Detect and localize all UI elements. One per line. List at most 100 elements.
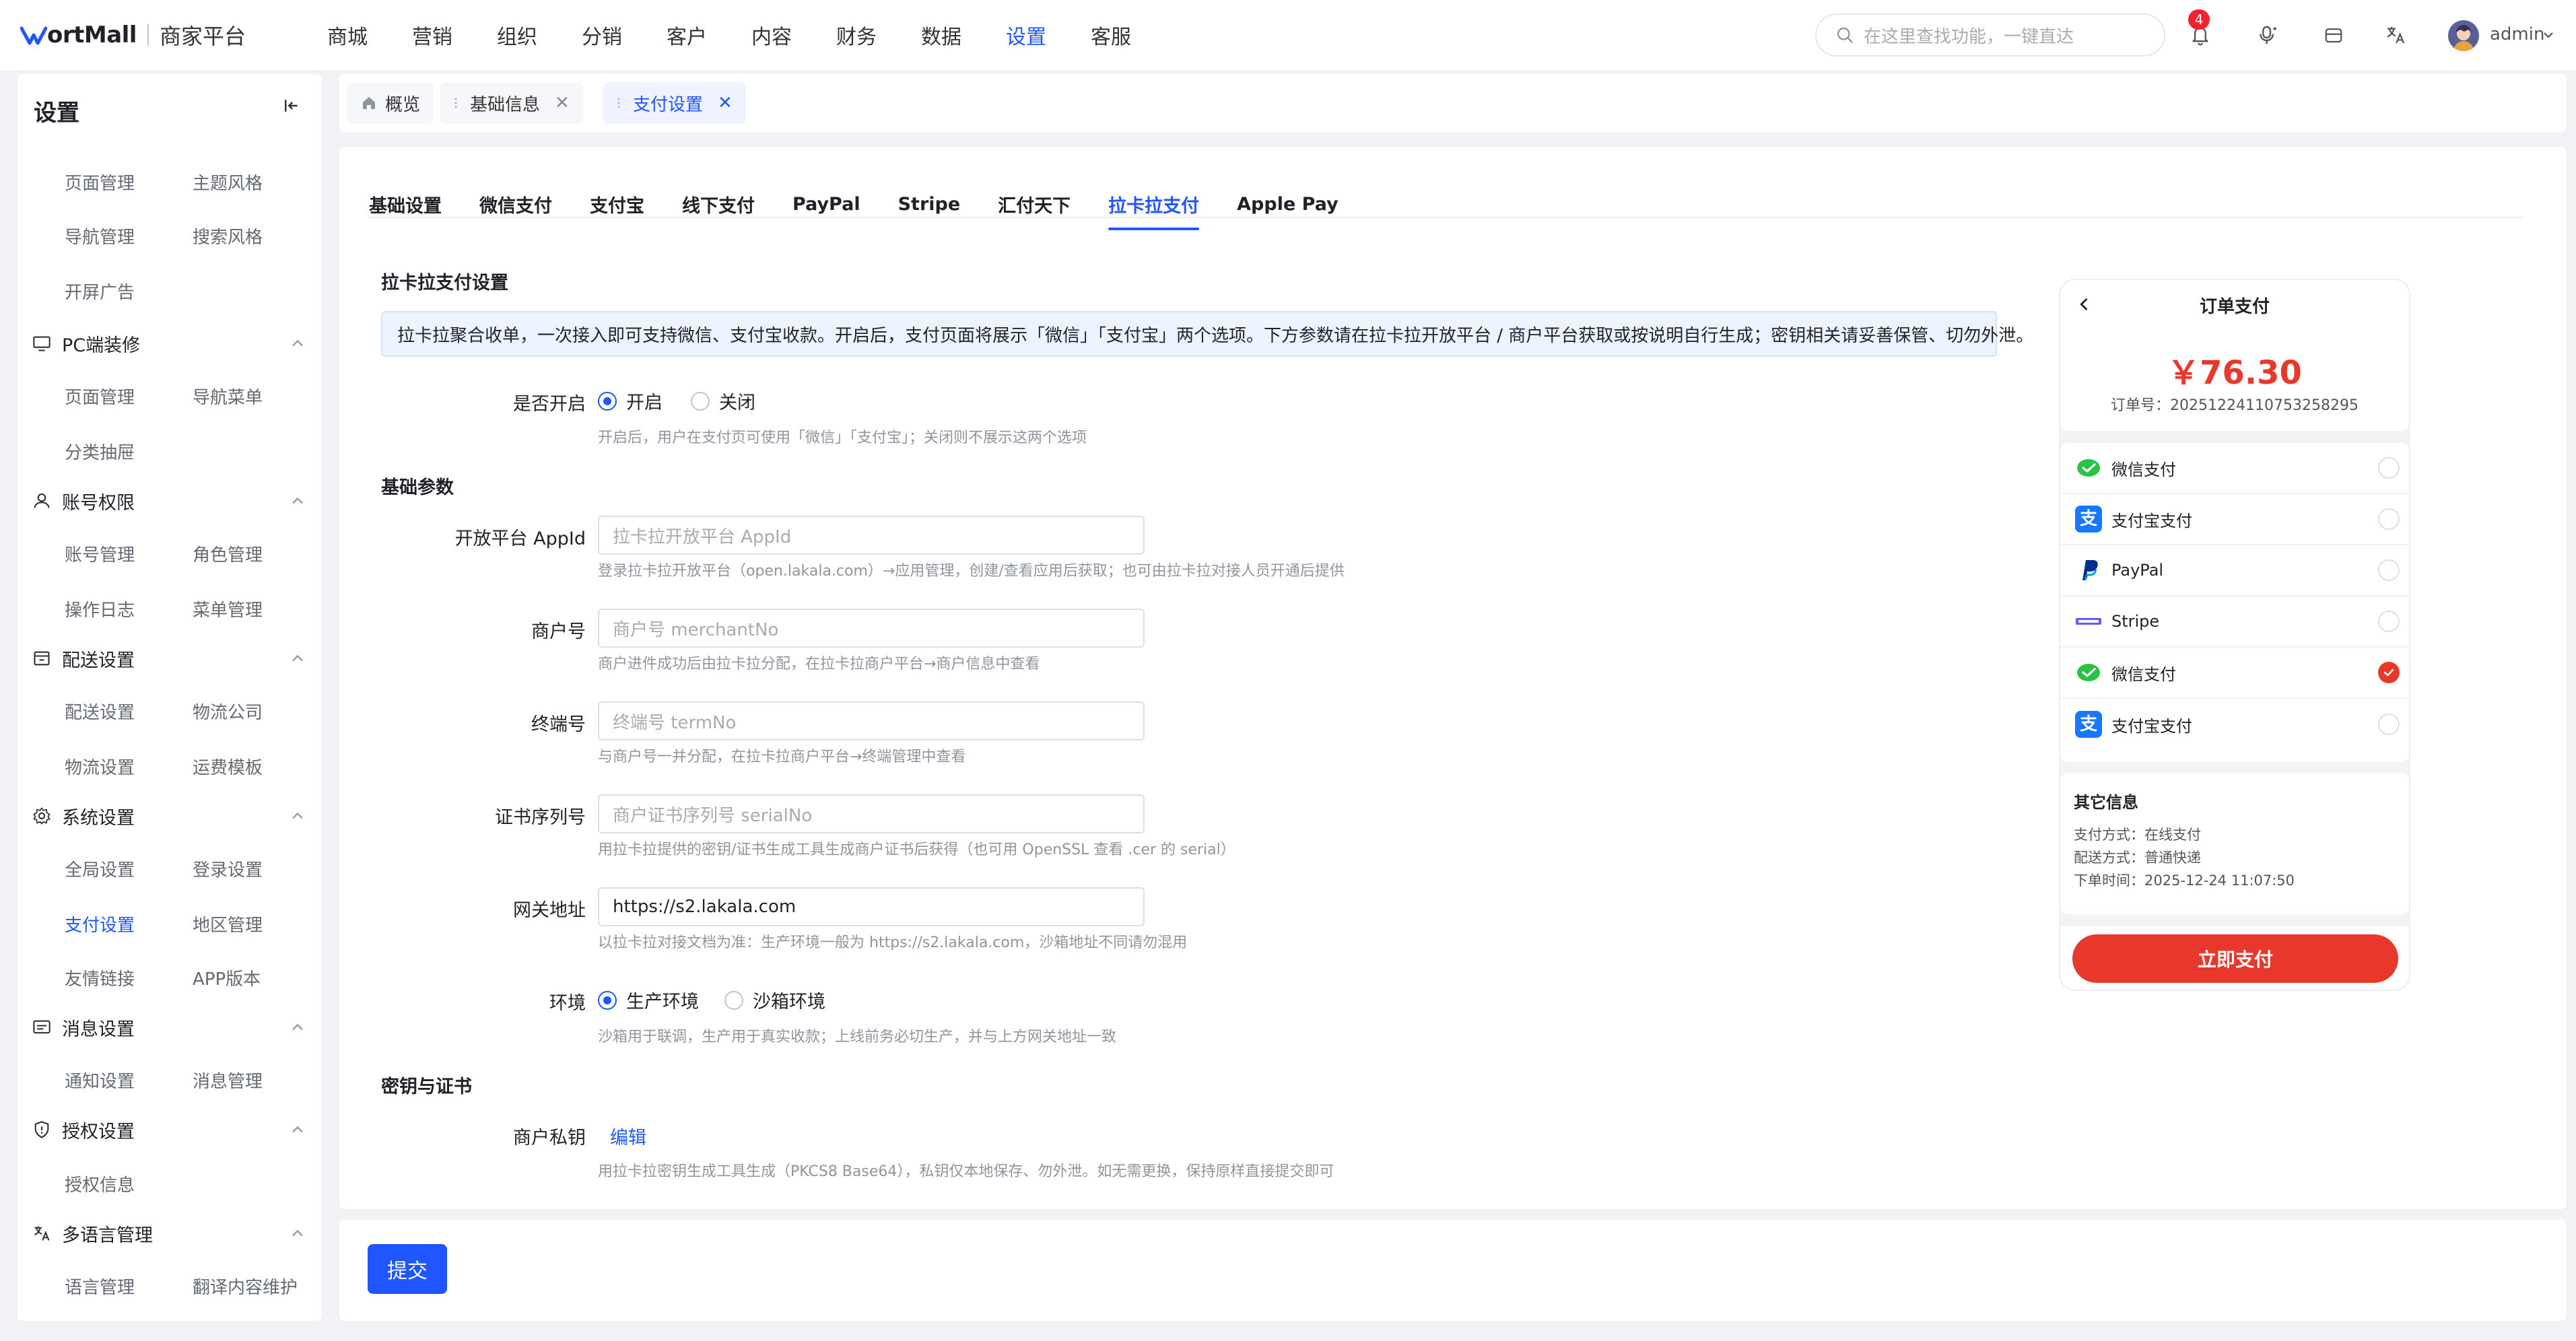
- edit-private-key-link[interactable]: 编辑: [610, 1123, 646, 1149]
- chevron-up-icon[interactable]: [288, 649, 307, 668]
- topnav-item-mall[interactable]: 商城: [327, 20, 368, 50]
- term-no-input[interactable]: 终端号 termNo: [598, 701, 1145, 741]
- chevron-up-icon[interactable]: [288, 1018, 307, 1037]
- chevron-down-icon[interactable]: [2542, 31, 2554, 39]
- sidebar-group-pc[interactable]: PC端装修: [32, 329, 140, 358]
- sidebar-item-global-settings[interactable]: 全局设置: [65, 856, 135, 881]
- drag-handle-icon[interactable]: [454, 96, 461, 110]
- store-icon[interactable]: [2319, 20, 2348, 50]
- topnav-item-service[interactable]: 客服: [1091, 20, 1131, 50]
- sidebar-item-login-settings[interactable]: 登录设置: [193, 856, 263, 881]
- pay-now-button[interactable]: 立即支付: [2072, 934, 2398, 983]
- collapse-sidebar-icon[interactable]: [281, 96, 302, 116]
- sidebar-item-message-manage[interactable]: 消息管理: [193, 1068, 263, 1093]
- env-production-radio[interactable]: 生产环境: [598, 987, 699, 1013]
- tab-basic[interactable]: 基础设置: [369, 180, 442, 228]
- back-arrow-icon[interactable]: [2075, 295, 2094, 314]
- voice-icon[interactable]: [2253, 20, 2282, 50]
- chevron-up-icon[interactable]: [288, 806, 307, 825]
- enable-on-radio[interactable]: 开启: [598, 388, 663, 414]
- sidebar-item-delivery-settings[interactable]: 配送设置: [65, 699, 135, 724]
- chevron-up-icon[interactable]: [288, 1224, 307, 1243]
- sidebar-item-role-manage[interactable]: 角色管理: [193, 541, 263, 566]
- payment-option-radio[interactable]: [2378, 508, 2400, 530]
- payment-option-alipay-2[interactable]: 支 支付宝支付: [2060, 699, 2409, 750]
- sidebar-item-splash-ad[interactable]: 开屏广告: [65, 279, 135, 304]
- sidebar-item-nav-menu[interactable]: 导航菜单: [193, 384, 263, 409]
- sidebar-item-logistics-company[interactable]: 物流公司: [193, 699, 263, 724]
- tab-paypal[interactable]: PayPal: [792, 180, 860, 228]
- serial-no-input[interactable]: 商户证书序列号 serialNo: [598, 794, 1145, 833]
- sidebar-item-translation[interactable]: 翻译内容维护: [193, 1274, 298, 1299]
- topnav-item-marketing[interactable]: 营销: [412, 20, 452, 50]
- sidebar-item-logistics-settings[interactable]: 物流设置: [65, 754, 135, 779]
- sidebar-item-menu-manage[interactable]: 菜单管理: [193, 596, 263, 621]
- payment-option-radio-checked[interactable]: [2378, 662, 2400, 683]
- chevron-up-icon[interactable]: [288, 334, 307, 353]
- sidebar-group-message[interactable]: 消息设置: [32, 1012, 135, 1042]
- sidebar-item-friend-links[interactable]: 友情链接: [65, 965, 135, 990]
- sidebar-group-account[interactable]: 账号权限: [32, 486, 135, 516]
- gateway-url-input[interactable]: https://s2.lakala.com: [598, 887, 1145, 926]
- appid-input[interactable]: 拉卡拉开放平台 AppId: [598, 516, 1145, 555]
- payment-option-radio[interactable]: [2378, 714, 2400, 735]
- tab-apple-pay[interactable]: Apple Pay: [1237, 180, 1338, 228]
- close-icon[interactable]: ✕: [555, 93, 570, 113]
- topnav-item-customer[interactable]: 客户: [667, 20, 707, 50]
- search-input[interactable]: 在这里查找功能，一键直达: [1815, 13, 2165, 57]
- sidebar-item-notify-settings[interactable]: 通知设置: [65, 1068, 135, 1093]
- avatar[interactable]: [2448, 20, 2479, 51]
- translate-icon[interactable]: [2381, 20, 2410, 50]
- merchant-no-input[interactable]: 商户号 merchantNo: [598, 609, 1145, 648]
- payment-option-wechat-2[interactable]: 微信支付: [2060, 648, 2409, 699]
- sidebar-item-pc-page[interactable]: 页面管理: [65, 384, 135, 409]
- topnav-item-data[interactable]: 数据: [921, 20, 961, 50]
- logo[interactable]: ortMall 商家平台: [20, 19, 246, 51]
- username[interactable]: admin: [2490, 24, 2544, 44]
- enable-off-radio[interactable]: 关闭: [691, 388, 755, 414]
- tab-alipay[interactable]: 支付宝: [590, 180, 644, 228]
- sidebar-item-account-manage[interactable]: 账号管理: [65, 541, 135, 566]
- sidebar-item-language-manage[interactable]: 语言管理: [65, 1274, 135, 1299]
- payment-option-stripe[interactable]: Stripe: [2060, 596, 2409, 648]
- tab-wechat-pay[interactable]: 微信支付: [479, 180, 552, 228]
- close-icon[interactable]: ✕: [718, 93, 733, 113]
- sidebar-item-freight-template[interactable]: 运费模板: [193, 754, 263, 779]
- page-tab-overview[interactable]: 概览: [347, 82, 434, 124]
- sidebar-item-region-manage[interactable]: 地区管理: [193, 912, 263, 936]
- tab-huifu[interactable]: 汇付天下: [998, 180, 1071, 228]
- topnav-item-organization[interactable]: 组织: [497, 20, 537, 50]
- sidebar-item-payment-settings[interactable]: 支付设置: [65, 912, 135, 936]
- drag-handle-icon[interactable]: [617, 96, 623, 110]
- sidebar-item-nav-manage[interactable]: 导航管理: [65, 224, 135, 248]
- tab-stripe[interactable]: Stripe: [898, 180, 961, 228]
- page-tab-basic-info[interactable]: 基础信息 ✕: [440, 82, 583, 124]
- sidebar-item-page-manage[interactable]: 页面管理: [65, 170, 135, 195]
- sidebar-group-system[interactable]: 系统设置: [32, 801, 135, 831]
- env-sandbox-radio[interactable]: 沙箱环境: [724, 987, 825, 1013]
- sidebar-item-search-style[interactable]: 搜索风格: [193, 224, 263, 248]
- topnav-item-finance[interactable]: 财务: [836, 20, 877, 50]
- sidebar-item-app-version[interactable]: APP版本: [193, 965, 261, 990]
- sidebar-item-theme[interactable]: 主题风格: [193, 170, 263, 195]
- sidebar-group-delivery[interactable]: 配送设置: [32, 644, 135, 673]
- sidebar-group-license[interactable]: 授权设置: [32, 1115, 135, 1144]
- chevron-up-icon[interactable]: [288, 1120, 307, 1139]
- payment-option-radio[interactable]: [2378, 457, 2400, 479]
- payment-option-radio[interactable]: [2378, 559, 2400, 581]
- sidebar-item-category-drawer[interactable]: 分类抽屉: [65, 439, 135, 464]
- topnav-item-content[interactable]: 内容: [751, 20, 792, 50]
- page-tab-payment-settings[interactable]: 支付设置 ✕: [603, 82, 746, 124]
- topnav-item-settings[interactable]: 设置: [1006, 20, 1046, 50]
- payment-option-paypal[interactable]: PayPal: [2060, 545, 2409, 596]
- chevron-up-icon[interactable]: [288, 491, 307, 510]
- payment-option-radio[interactable]: [2378, 611, 2400, 632]
- sidebar-item-license-info[interactable]: 授权信息: [65, 1171, 135, 1196]
- tab-offline-pay[interactable]: 线下支付: [682, 180, 755, 228]
- topnav-item-distribution[interactable]: 分销: [582, 20, 622, 50]
- tab-lakala[interactable]: 拉卡拉支付: [1108, 180, 1200, 230]
- sidebar-item-operation-log[interactable]: 操作日志: [65, 596, 135, 621]
- payment-option-wechat[interactable]: 微信支付: [2060, 443, 2409, 494]
- submit-button[interactable]: 提交: [368, 1244, 447, 1294]
- sidebar-group-language[interactable]: 多语言管理: [32, 1218, 153, 1248]
